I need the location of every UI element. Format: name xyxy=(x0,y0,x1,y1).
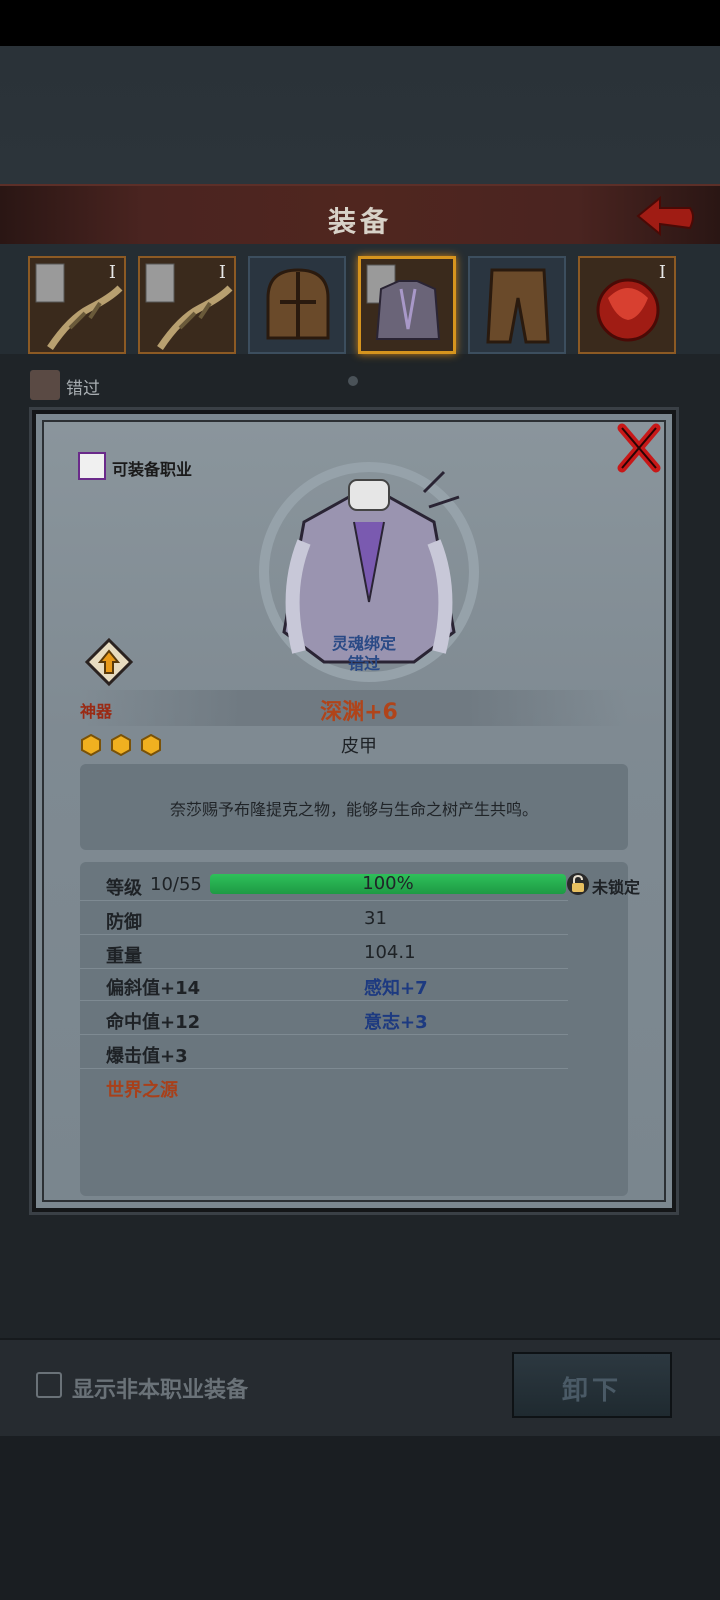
modal-panel: 可装备职业 灵魂绑定 错过 神器 深渊+6 皮甲 奈莎赐予布隆提克之物，能够与生… xyxy=(42,420,666,1202)
item-name: 深渊+6 xyxy=(320,700,398,725)
armor-icon xyxy=(366,264,441,340)
avatar xyxy=(30,370,60,400)
lock-icon[interactable] xyxy=(566,872,590,896)
stat-bonus: 感知+7 xyxy=(364,978,428,999)
stat-value: 31 xyxy=(364,908,387,929)
show-other-class-checkbox[interactable] xyxy=(36,1372,62,1398)
weapon-slot-1[interactable]: I xyxy=(28,256,126,354)
stat-bonus: 意志+3 xyxy=(364,1012,428,1033)
weapon-slot-2[interactable]: I xyxy=(138,256,236,354)
tier-label: I xyxy=(658,262,666,283)
stats-box: 等级 10/55 100% 未锁定 防御 31 重量 104.1 偏斜值+14 … xyxy=(80,862,640,1196)
level-label: 等级 xyxy=(106,878,142,899)
title-bar: 装备 xyxy=(0,184,720,248)
stat-label: 爆击值+3 xyxy=(106,1046,188,1067)
set-name: 世界之源 xyxy=(106,1080,178,1101)
level-value: 10/55 xyxy=(150,874,202,895)
back-arrow-icon[interactable] xyxy=(634,194,698,240)
class-icon xyxy=(78,452,106,480)
stat-row: 重量 104.1 xyxy=(80,936,568,969)
armor-slot[interactable] xyxy=(358,256,456,354)
character-name: 错过 xyxy=(66,379,100,399)
item-detail-modal: 可装备职业 灵魂绑定 错过 神器 深渊+6 皮甲 奈莎赐予布隆提克之物，能够与生… xyxy=(32,410,676,1212)
stat-label: 偏斜值+14 xyxy=(106,978,201,999)
description-box: 奈莎赐予布隆提克之物，能够与生命之树产生共鸣。 xyxy=(80,764,628,850)
stat-row: 防御 31 xyxy=(80,902,568,935)
close-icon[interactable] xyxy=(616,422,662,474)
show-other-class-label[interactable]: 显示非本职业装备 xyxy=(72,1372,248,1404)
item-type: 皮甲 xyxy=(341,736,377,757)
background-bottom xyxy=(0,1436,720,1600)
stat-row: 偏斜值+14 感知+7 xyxy=(80,968,568,1001)
stat-label: 防御 xyxy=(106,912,142,933)
bind-owner: 错过 xyxy=(347,654,380,673)
lock-status: 未锁定 xyxy=(592,878,641,897)
pants-icon xyxy=(486,268,550,344)
background-top xyxy=(0,46,720,186)
unequip-label: 卸下 xyxy=(561,1376,622,1406)
unequip-button[interactable]: 卸下 xyxy=(512,1352,672,1418)
upgrade-icon[interactable] xyxy=(84,637,134,687)
xp-percent: 100% xyxy=(362,873,414,894)
set-row: 世界之源 xyxy=(80,1070,568,1102)
equipment-slots-row: I I I xyxy=(0,244,720,354)
tier-label: I xyxy=(218,262,226,283)
pants-slot[interactable] xyxy=(468,256,566,354)
soul-bind-label: 灵魂绑定 错过 xyxy=(276,634,452,674)
helmet-icon xyxy=(266,268,330,340)
status-bar xyxy=(0,0,720,46)
tier-label: I xyxy=(108,262,116,283)
stat-row: 爆击值+3 xyxy=(80,1036,568,1069)
equippable-class-label: 可装备职业 xyxy=(112,460,193,479)
stat-label: 重量 xyxy=(106,946,142,967)
page-title: 装备 xyxy=(327,205,392,238)
level-row: 等级 10/55 100% 未锁定 xyxy=(80,868,640,901)
bind-status: 灵魂绑定 xyxy=(331,634,396,653)
stat-row: 命中值+12 意志+3 xyxy=(80,1002,568,1035)
emblem-slot[interactable]: I xyxy=(578,256,676,354)
page-indicator-dot xyxy=(348,376,358,386)
stat-label: 命中值+12 xyxy=(106,1012,201,1033)
item-description: 奈莎赐予布隆提克之物，能够与生命之树产生共鸣。 xyxy=(169,800,538,819)
stat-value: 104.1 xyxy=(364,942,416,963)
helmet-slot[interactable] xyxy=(248,256,346,354)
